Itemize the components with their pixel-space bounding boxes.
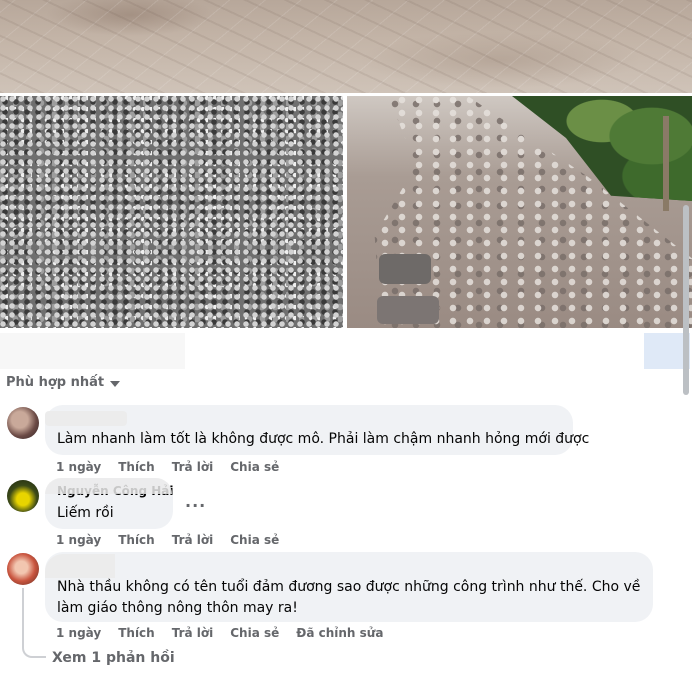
- like-link[interactable]: Thích: [118, 533, 155, 547]
- comment-sort-dropdown[interactable]: Phù hợp nhất: [6, 375, 121, 390]
- large-rock-decoration: [377, 296, 439, 324]
- comment-text-line-1: Nhà thầu không có tên tuổi đảm đương sao…: [57, 579, 641, 595]
- sort-label: Phù hợp nhất: [6, 375, 105, 390]
- redacted-name: [45, 478, 172, 494]
- comment-bubble: Nhà thầu không có tên tuổi đảm đương sao…: [45, 552, 653, 622]
- like-link[interactable]: Thích: [118, 460, 155, 474]
- share-link[interactable]: Chia sẻ: [230, 626, 279, 640]
- avatar[interactable]: [7, 407, 39, 439]
- blurred-region: [0, 333, 185, 369]
- comment-text: Liếm rồi: [57, 505, 114, 521]
- comment-time[interactable]: 1 ngày: [56, 626, 101, 640]
- comment-time[interactable]: 1 ngày: [56, 533, 101, 547]
- fence-post-decoration: [663, 116, 669, 211]
- comment-time[interactable]: 1 ngày: [56, 460, 101, 474]
- comment-actions: 1 ngày Thích Trả lời Chia sẻ Đã chỉnh sử…: [56, 626, 400, 640]
- comment-actions: 1 ngày Thích Trả lời Chia sẻ: [56, 533, 296, 547]
- view-replies-link[interactable]: Xem 1 phản hồi: [52, 650, 175, 666]
- large-rock-decoration: [379, 254, 431, 284]
- scrollbar-thumb[interactable]: [683, 205, 689, 395]
- caret-down-icon: [110, 380, 121, 387]
- more-options-icon[interactable]: ...: [185, 492, 206, 511]
- comment-bubble: Làm nhanh làm tốt là không được mô. Phải…: [45, 405, 589, 455]
- redacted-name: [45, 411, 127, 426]
- comment-actions: 1 ngày Thích Trả lời Chia sẻ: [56, 460, 296, 474]
- share-link[interactable]: Chia sẻ: [230, 533, 279, 547]
- edited-label: Đã chỉnh sửa: [296, 626, 384, 640]
- post-photo-rocky-road[interactable]: [347, 96, 692, 328]
- avatar[interactable]: [7, 480, 39, 512]
- reply-thread-line: [22, 588, 24, 646]
- comment-text: Làm nhanh làm tốt là không được mô. Phải…: [57, 431, 590, 447]
- redacted-name: [45, 554, 115, 578]
- avatar[interactable]: [7, 553, 39, 585]
- reply-link[interactable]: Trả lời: [172, 460, 214, 474]
- reply-thread-connector: [22, 644, 46, 658]
- like-link[interactable]: Thích: [118, 626, 155, 640]
- comment-text-line-2: làm giáo thông nông thôn may ra!: [57, 600, 298, 616]
- post-photo-gravel[interactable]: [0, 96, 343, 328]
- reply-link[interactable]: Trả lời: [172, 533, 214, 547]
- share-link[interactable]: Chia sẻ: [230, 460, 279, 474]
- post-photo-dirt-ground[interactable]: [0, 0, 692, 93]
- reply-link[interactable]: Trả lời: [172, 626, 214, 640]
- comment-bubble: Nguyễn Công Hải Liếm rồi: [45, 478, 173, 529]
